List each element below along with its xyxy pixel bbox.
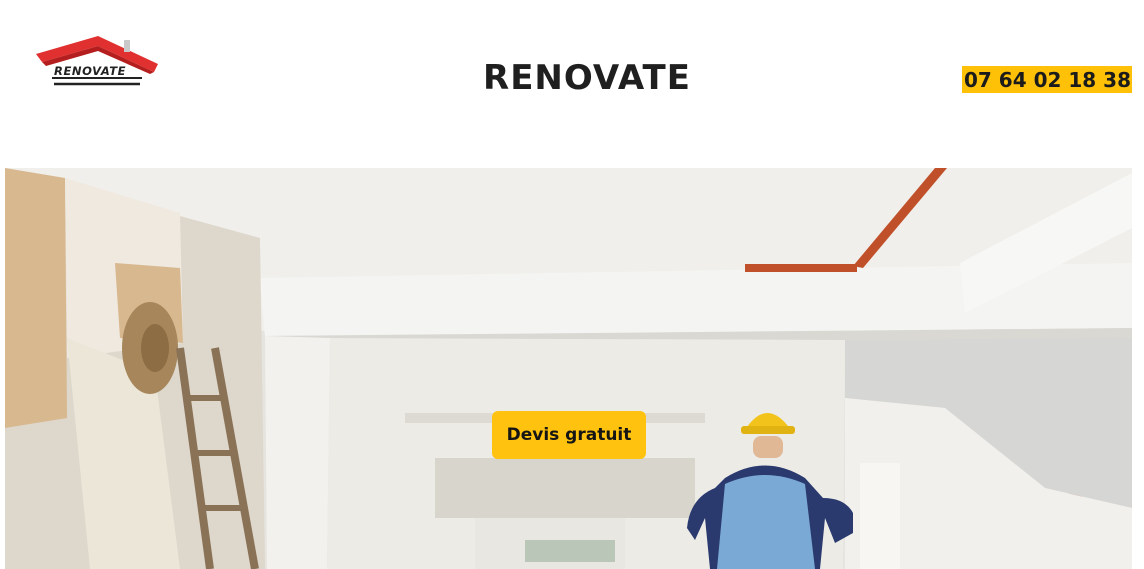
hero-banner: Devis gratuit [5,168,1132,569]
phone-number-link[interactable]: 07 64 02 18 38 [961,66,1132,93]
free-quote-button[interactable]: Devis gratuit [492,411,646,459]
renovation-worker-image [5,168,1132,569]
site-header: RENOVATE RENOVATE 07 64 02 18 38 [0,0,1144,168]
